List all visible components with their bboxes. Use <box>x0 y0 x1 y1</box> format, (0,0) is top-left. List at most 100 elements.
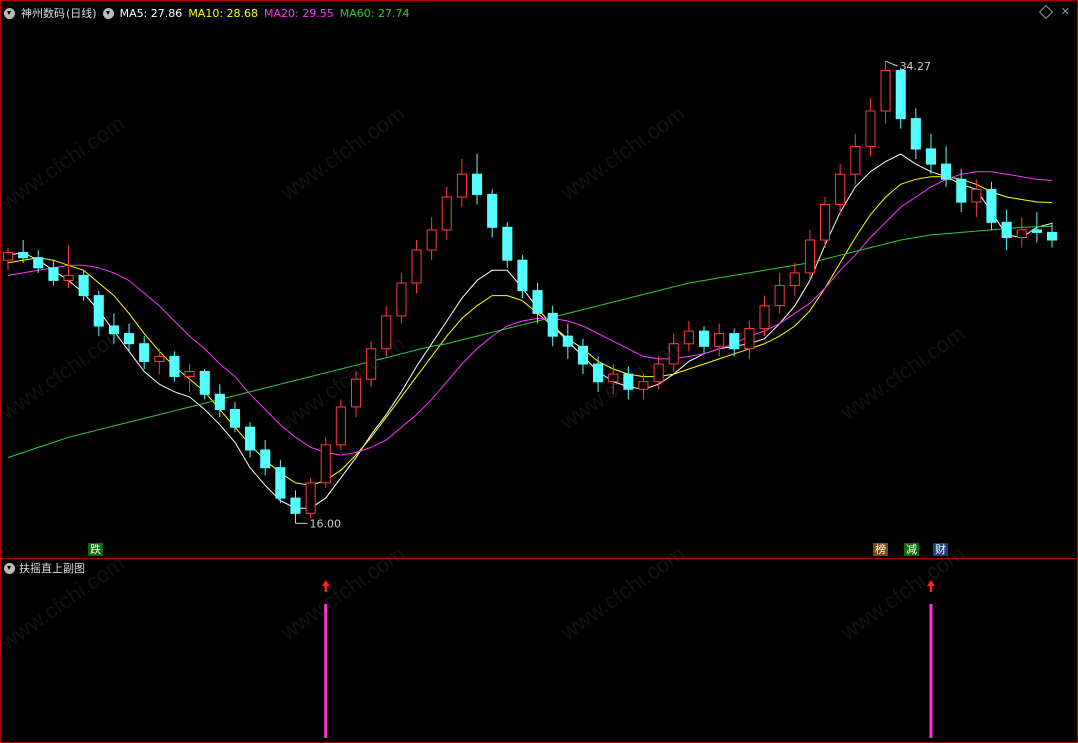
candle-body-up <box>351 378 362 408</box>
candle-body-down <box>290 497 301 514</box>
ma5-line <box>7 153 1053 509</box>
candle-body-up <box>820 204 831 241</box>
candle-body-down <box>1001 221 1012 239</box>
candle <box>184 363 195 392</box>
candle-body-down <box>562 335 573 347</box>
candle-body-up <box>714 333 725 347</box>
candle-body-up <box>381 315 392 350</box>
candle-body-up <box>426 229 437 251</box>
close-icon[interactable]: ✕ <box>1061 6 1070 17</box>
ma10-value: MA10: 28.68 <box>188 6 259 20</box>
event-tag-die[interactable]: 跌 <box>88 543 103 556</box>
candle <box>214 384 225 418</box>
collapse-chevron-icon[interactable] <box>4 7 15 19</box>
candle <box>456 159 467 208</box>
up-arrow-icon <box>321 580 330 592</box>
candle <box>608 363 619 395</box>
candle-body-up <box>184 371 195 378</box>
candle-body-up <box>335 406 346 446</box>
candle-body-up <box>396 282 407 317</box>
candle <box>487 189 498 238</box>
candle-body-up <box>638 381 649 390</box>
stock-name: 神州数码 <box>21 7 65 20</box>
candle <box>820 196 831 248</box>
candle <box>426 217 437 261</box>
candle <box>668 333 679 372</box>
candle <box>108 313 120 344</box>
candle <box>865 98 876 157</box>
candle <box>532 283 543 324</box>
candle-body-down <box>139 343 150 362</box>
candle <box>714 323 725 357</box>
candle-body-up <box>683 330 694 345</box>
candle <box>789 262 800 296</box>
candle-body-up <box>653 363 664 383</box>
candle <box>335 399 346 450</box>
period-label: (日线) <box>66 7 97 20</box>
candle <box>971 179 982 218</box>
candle <box>441 186 452 240</box>
candle <box>154 348 165 375</box>
candle-body-down <box>593 363 604 383</box>
candle-body-up <box>744 328 755 350</box>
ma60-line <box>7 225 1053 459</box>
candle <box>638 374 649 400</box>
candle-body-up <box>154 355 165 362</box>
sub-panel-chevron-icon[interactable] <box>4 562 15 574</box>
candle <box>502 222 513 268</box>
event-tag-bang[interactable]: 榜 <box>873 543 888 556</box>
candle-body-down <box>260 449 271 469</box>
candle <box>699 326 710 354</box>
candle <box>1001 209 1012 251</box>
candle-body-up <box>865 110 876 147</box>
candle-body-down <box>18 252 29 259</box>
candle <box>910 108 921 160</box>
candle <box>547 305 558 347</box>
ma20-value: MA20: 29.55 <box>264 6 334 20</box>
candle-body-down <box>1047 231 1058 241</box>
candle-body-up <box>774 285 785 307</box>
candle-body-up <box>411 249 422 284</box>
candle <box>411 239 422 294</box>
candle-body-up <box>305 482 316 514</box>
candle-body-down <box>245 426 256 451</box>
candle <box>986 181 997 230</box>
candle <box>472 153 483 205</box>
event-tag-jian[interactable]: 减 <box>904 543 919 556</box>
candle <box>139 336 150 370</box>
candle <box>320 437 331 488</box>
candle-body-down <box>925 148 937 165</box>
candle-body-down <box>956 178 967 203</box>
candle-body-down <box>78 274 89 297</box>
candle-body-down <box>517 259 528 292</box>
settings-chevron-icon[interactable] <box>102 7 114 19</box>
candle-body-down <box>547 312 558 337</box>
candle-body-down <box>214 393 225 410</box>
candle-body-up <box>668 343 679 365</box>
candle-body-up <box>608 373 619 383</box>
candle <box>774 272 785 314</box>
candle-body-up <box>759 305 770 330</box>
candle <box>275 460 286 504</box>
candle-body-down <box>577 345 589 365</box>
high-pointer <box>885 60 898 67</box>
candle-body-down <box>1031 229 1042 233</box>
candle <box>729 328 740 357</box>
candle-body-down <box>472 173 483 195</box>
candle <box>93 290 104 337</box>
ma5-value: MA5: 27.86 <box>119 6 183 20</box>
candle-body-down <box>502 226 513 261</box>
candle-body-up <box>3 252 14 261</box>
candle-body-down <box>895 70 906 120</box>
candle-body-up <box>63 274 74 281</box>
candle <box>245 422 256 458</box>
sub-indicator-panel <box>321 580 935 738</box>
candle <box>850 133 861 185</box>
candle <box>260 439 271 476</box>
event-tag-cai[interactable]: 财 <box>933 543 948 556</box>
ma10-line <box>7 176 1053 486</box>
diamond-icon[interactable] <box>1038 4 1053 20</box>
candle <box>744 320 755 359</box>
candle <box>366 341 377 387</box>
candle <box>653 356 664 390</box>
